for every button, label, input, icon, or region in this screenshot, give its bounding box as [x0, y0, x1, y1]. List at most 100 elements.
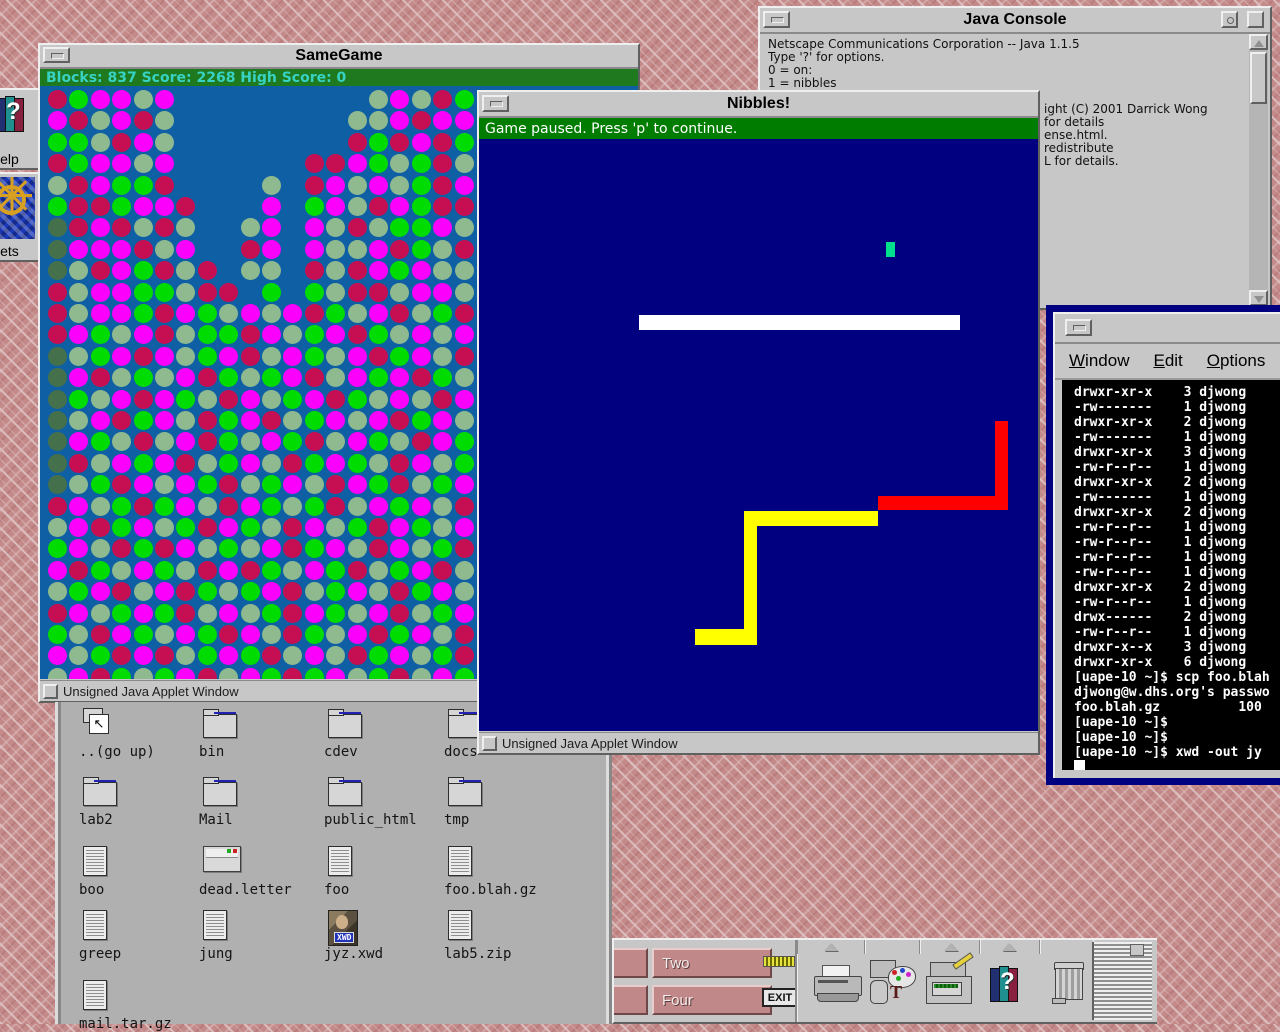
samegame-tile[interactable]: [283, 304, 302, 323]
samegame-tile[interactable]: [112, 604, 131, 623]
samegame-tile[interactable]: [369, 561, 388, 580]
samegame-tile[interactable]: [369, 347, 388, 366]
samegame-tile[interactable]: [455, 304, 474, 323]
samegame-tile[interactable]: [283, 454, 302, 473]
samegame-tile[interactable]: [219, 368, 238, 387]
samegame-tile[interactable]: [155, 411, 174, 430]
samegame-tile[interactable]: [134, 176, 153, 195]
samegame-tile[interactable]: [69, 176, 88, 195]
samegame-tile[interactable]: [369, 625, 388, 644]
samegame-tile[interactable]: [369, 154, 388, 173]
samegame-tile[interactable]: [48, 497, 67, 516]
samegame-tile[interactable]: [348, 304, 367, 323]
samegame-tile[interactable]: [69, 390, 88, 409]
samegame-tile[interactable]: [112, 368, 131, 387]
samegame-tile[interactable]: [412, 604, 431, 623]
samegame-tile[interactable]: [198, 604, 217, 623]
samegame-tile[interactable]: [91, 646, 110, 665]
samegame-tile[interactable]: [176, 240, 195, 259]
panel-handle[interactable]: [1092, 942, 1152, 1020]
samegame-tile[interactable]: [326, 261, 345, 280]
subpanel-tab-help[interactable]: [979, 940, 1041, 954]
samegame-tile[interactable]: [412, 390, 431, 409]
samegame-tile[interactable]: [176, 347, 195, 366]
samegame-tile[interactable]: [219, 668, 238, 679]
samegame-tile[interactable]: [134, 432, 153, 451]
samegame-tile[interactable]: [91, 411, 110, 430]
samegame-tile[interactable]: [412, 218, 431, 237]
samegame-tile[interactable]: [262, 668, 281, 679]
samegame-tile[interactable]: [262, 240, 281, 259]
samegame-tile[interactable]: [326, 304, 345, 323]
samegame-tile[interactable]: [241, 604, 260, 623]
samegame-tile[interactable]: [176, 625, 195, 644]
samegame-tile[interactable]: [241, 218, 260, 237]
samegame-tile[interactable]: [176, 539, 195, 558]
samegame-tile[interactable]: [348, 646, 367, 665]
samegame-tile[interactable]: [262, 368, 281, 387]
samegame-tile[interactable]: [48, 304, 67, 323]
samegame-tile[interactable]: [455, 539, 474, 558]
samegame-tile[interactable]: [326, 283, 345, 302]
samegame-tile[interactable]: [176, 283, 195, 302]
samegame-tile[interactable]: [262, 432, 281, 451]
samegame-tile[interactable]: [176, 518, 195, 537]
samegame-tile[interactable]: [433, 218, 452, 237]
samegame-tile[interactable]: [48, 325, 67, 344]
samegame-tile[interactable]: [219, 411, 238, 430]
samegame-tile[interactable]: [412, 625, 431, 644]
samegame-tile[interactable]: [283, 368, 302, 387]
java-console-titlebar[interactable]: Java Console: [760, 8, 1270, 34]
samegame-tile[interactable]: [305, 240, 324, 259]
samegame-tile[interactable]: [305, 625, 324, 644]
samegame-tile[interactable]: [412, 668, 431, 679]
samegame-tile[interactable]: [455, 90, 474, 109]
samegame-tile[interactable]: [390, 325, 409, 344]
samegame-tile[interactable]: [433, 133, 452, 152]
samegame-tile[interactable]: [369, 646, 388, 665]
samegame-tile[interactable]: [348, 176, 367, 195]
subpanel-tab-applications[interactable]: [919, 940, 981, 954]
samegame-tile[interactable]: [48, 240, 67, 259]
samegame-tile[interactable]: [69, 325, 88, 344]
samegame-tile[interactable]: [134, 261, 153, 280]
samegame-tile[interactable]: [241, 561, 260, 580]
samegame-tile[interactable]: [390, 176, 409, 195]
samegame-tile[interactable]: [455, 218, 474, 237]
samegame-tile[interactable]: [112, 390, 131, 409]
samegame-tile[interactable]: [241, 432, 260, 451]
samegame-tile[interactable]: [48, 261, 67, 280]
samegame-tile[interactable]: [48, 347, 67, 366]
samegame-tile[interactable]: [48, 518, 67, 537]
samegame-tile[interactable]: [369, 475, 388, 494]
samegame-tile[interactable]: [455, 454, 474, 473]
samegame-tile[interactable]: [176, 411, 195, 430]
samegame-tile[interactable]: [48, 604, 67, 623]
window-menu-button[interactable]: [763, 11, 790, 28]
samegame-tile[interactable]: [91, 304, 110, 323]
samegame-tile[interactable]: [241, 497, 260, 516]
samegame-tile[interactable]: [91, 668, 110, 679]
samegame-tile[interactable]: [326, 347, 345, 366]
samegame-tile[interactable]: [134, 475, 153, 494]
samegame-tile[interactable]: [219, 625, 238, 644]
samegame-tile[interactable]: [48, 133, 67, 152]
samegame-tile[interactable]: [262, 218, 281, 237]
samegame-tile[interactable]: [69, 475, 88, 494]
samegame-tile[interactable]: [412, 475, 431, 494]
samegame-tile[interactable]: [412, 432, 431, 451]
samegame-tile[interactable]: [155, 646, 174, 665]
samegame-tile[interactable]: [262, 475, 281, 494]
samegame-tile[interactable]: [326, 475, 345, 494]
samegame-tile[interactable]: [283, 539, 302, 558]
style-manager-icon[interactable]: T: [868, 960, 918, 1004]
window-menu-button[interactable]: [1065, 319, 1092, 336]
samegame-tile[interactable]: [305, 176, 324, 195]
samegame-tile[interactable]: [69, 133, 88, 152]
samegame-tile[interactable]: [112, 668, 131, 679]
samegame-tile[interactable]: [433, 432, 452, 451]
samegame-tile[interactable]: [412, 411, 431, 430]
samegame-tile[interactable]: [198, 646, 217, 665]
samegame-tile[interactable]: [155, 668, 174, 679]
samegame-tile[interactable]: [219, 561, 238, 580]
